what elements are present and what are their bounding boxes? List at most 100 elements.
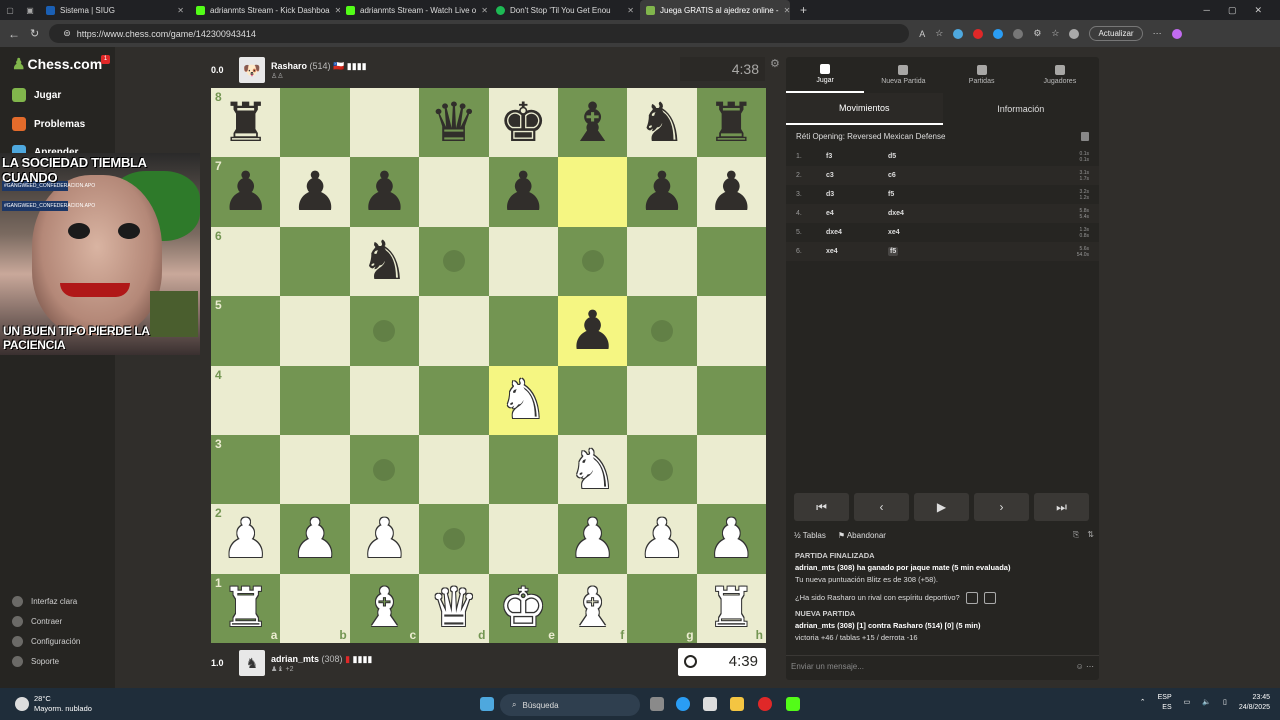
chat-input[interactable]: Enviar un mensaje... ☺ ⋯ <box>786 655 1099 677</box>
browser-tab[interactable]: adrianmts Stream - Kick Dashboa ✕ <box>190 0 340 20</box>
player-name[interactable]: adrian_mts <box>271 654 319 664</box>
volume-icon[interactable]: 🔈 <box>1202 698 1211 708</box>
square-b2[interactable]: ♟ <box>280 504 350 574</box>
white-pawn-icon[interactable]: ♟ <box>568 512 616 566</box>
square-a1[interactable]: 1 a ♜ <box>211 573 281 643</box>
network-icon[interactable]: ▭ <box>1184 698 1191 708</box>
move-hint[interactable] <box>581 250 604 273</box>
update-button[interactable]: Actualizar <box>1089 26 1143 41</box>
square-h7[interactable]: ♟ <box>696 157 766 227</box>
white-pawn-icon[interactable]: ♟ <box>638 512 686 566</box>
clock[interactable]: 23:45 24/8/2025 <box>1239 693 1270 713</box>
share-icon[interactable]: ⎘ <box>1073 530 1079 540</box>
black-pawn-icon[interactable]: ♟ <box>499 165 547 219</box>
black-bishop-icon[interactable]: ♝ <box>568 96 616 150</box>
draw-button[interactable]: ½ Tablas <box>794 531 826 540</box>
white-move[interactable]: xe4 <box>826 248 888 255</box>
new-tab-icon[interactable]: + <box>790 3 807 17</box>
black-pawn-icon[interactable]: ♟ <box>638 165 686 219</box>
white-move[interactable]: d3 <box>826 191 888 198</box>
square-b4[interactable] <box>280 365 350 435</box>
black-move[interactable]: f5 <box>888 247 950 256</box>
white-pawn-icon[interactable]: ♟ <box>707 512 755 566</box>
square-h3[interactable] <box>696 434 766 505</box>
nav-settings[interactable]: Configuración <box>12 636 80 647</box>
square-g1[interactable]: g <box>627 573 697 643</box>
square-d2[interactable] <box>419 504 489 574</box>
square-e5[interactable] <box>488 296 558 366</box>
black-pawn-icon[interactable]: ♟ <box>568 304 616 358</box>
tab-games[interactable]: Partidas <box>943 57 1021 93</box>
close-icon[interactable]: ✕ <box>627 6 634 15</box>
square-c4[interactable] <box>349 365 420 435</box>
square-d1[interactable]: d ♛ <box>419 573 489 643</box>
black-move[interactable]: f5 <box>888 191 950 198</box>
copilot-icon[interactable] <box>1171 28 1182 39</box>
square-e6[interactable] <box>488 226 558 297</box>
square-f2[interactable]: ♟ <box>557 504 628 574</box>
square-g3[interactable] <box>627 434 697 505</box>
white-rook-icon[interactable]: ♜ <box>221 581 269 635</box>
square-b6[interactable] <box>280 226 350 297</box>
avatar[interactable]: 🐶 <box>239 57 265 83</box>
move-hint[interactable] <box>442 527 465 550</box>
black-pawn-icon[interactable]: ♟ <box>291 165 339 219</box>
square-a3[interactable]: 3 <box>211 434 281 505</box>
white-king-icon[interactable]: ♚ <box>499 581 547 635</box>
app-icon[interactable] <box>786 697 800 711</box>
white-pawn-icon[interactable]: ♟ <box>291 512 339 566</box>
square-g8[interactable]: ♞ <box>627 88 697 158</box>
square-c6[interactable]: ♞ <box>349 226 420 297</box>
minimize-icon[interactable]: ─ <box>1204 5 1210 15</box>
extension-icon[interactable] <box>973 28 984 39</box>
square-h2[interactable]: ♟ <box>696 504 766 574</box>
extension-icon[interactable] <box>993 28 1004 39</box>
notification-badge[interactable]: 1 <box>101 55 110 64</box>
site-info-icon[interactable]: ⊜ <box>63 28 71 39</box>
square-d8[interactable]: ♛ <box>419 88 489 158</box>
square-c7[interactable]: ♟ <box>349 157 420 227</box>
language-indicator[interactable]: ESP ES <box>1158 693 1172 713</box>
square-g2[interactable]: ♟ <box>627 504 697 574</box>
white-bishop-icon[interactable]: ♝ <box>568 581 616 635</box>
square-f8[interactable]: ♝ <box>557 88 628 158</box>
profile-avatar[interactable] <box>1069 28 1080 39</box>
square-e7[interactable]: ♟ <box>488 157 558 227</box>
chess-logo[interactable]: ♟ Chess.com <box>12 55 102 73</box>
square-f3[interactable]: ♞ <box>557 434 628 505</box>
task-view-icon[interactable] <box>650 697 664 711</box>
square-f7[interactable] <box>557 157 628 227</box>
extension-icon[interactable] <box>1013 28 1024 39</box>
tab-moves[interactable]: Movimientos <box>786 93 943 125</box>
tab-info[interactable]: Información <box>943 93 1100 125</box>
move-hint[interactable] <box>650 458 673 481</box>
square-f6[interactable] <box>557 226 628 297</box>
maximize-icon[interactable]: ▢ <box>1228 5 1237 16</box>
white-queen-icon[interactable]: ♛ <box>430 581 478 635</box>
extensions-icon[interactable]: ⚙ <box>1033 28 1041 39</box>
back-icon[interactable]: ← <box>8 27 20 41</box>
square-e8[interactable]: ♚ <box>488 88 558 158</box>
nav-collapse[interactable]: Contraer <box>12 616 62 627</box>
tab-players[interactable]: Jugadores <box>1021 57 1099 93</box>
close-window-icon[interactable]: ✕ <box>1254 5 1262 16</box>
black-rook-icon[interactable]: ♜ <box>221 96 269 150</box>
square-a2[interactable]: 2 ♟ <box>211 504 281 574</box>
white-pawn-icon[interactable]: ♟ <box>221 512 269 566</box>
square-d7[interactable] <box>419 157 489 227</box>
thumbs-down-icon[interactable] <box>983 592 996 604</box>
black-pawn-icon[interactable]: ♟ <box>221 165 269 219</box>
square-a7[interactable]: 7 ♟ <box>211 157 281 227</box>
square-c5[interactable] <box>349 296 420 366</box>
chess-board[interactable]: 8 ♜ ♛ ♚ ♝ ♞ ♜ 7 ♟ ♟ ♟ ♟ ♟ ♟ 6 ♞ 5 ♟ 4 ♞ 3 ♞ 2 ♟ ♟ ♟ ♟ ♟ ♟ 1 a ♜ b c ♝ d ♛ e ♚ f… <box>211 88 766 643</box>
square-b1[interactable]: b <box>280 573 350 643</box>
square-c2[interactable]: ♟ <box>349 504 420 574</box>
square-c1[interactable]: c ♝ <box>349 573 420 643</box>
close-icon[interactable]: ✕ <box>177 6 184 15</box>
move-hint[interactable] <box>650 319 673 342</box>
square-f1[interactable]: f ♝ <box>557 573 628 643</box>
square-a4[interactable]: 4 <box>211 365 281 435</box>
browser-tab-active[interactable]: Juega GRATIS al ajedrez online - ✕ <box>640 0 790 20</box>
white-move[interactable]: dxe4 <box>826 229 888 236</box>
read-aloud-icon[interactable]: A <box>919 29 925 39</box>
